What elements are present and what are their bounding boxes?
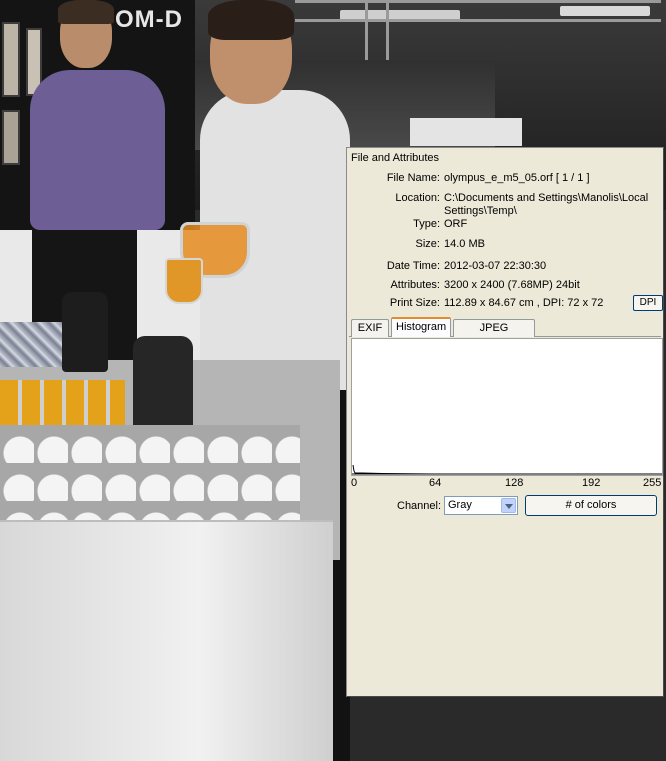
photo-frame xyxy=(2,22,20,97)
photo-truss xyxy=(295,0,661,22)
size-label: Size: xyxy=(415,238,440,250)
histogram-axis-label: 255 xyxy=(643,477,662,489)
location-label: Location: xyxy=(395,192,440,204)
photo-person-left-hair xyxy=(58,0,114,24)
size-value: 14.0 MB xyxy=(444,238,485,250)
photo-thermos xyxy=(133,336,193,430)
tab-exif[interactable]: EXIF xyxy=(351,319,389,337)
attributes-value: 3200 x 2400 (7.68MP) 24bit xyxy=(444,279,580,291)
number-of-colors-button[interactable]: # of colors xyxy=(525,495,657,516)
type-value: ORF xyxy=(444,218,468,230)
histogram-axis-label: 192 xyxy=(582,477,601,489)
tab-histogram[interactable]: Histogram xyxy=(391,317,451,337)
file-name-label: File Name: xyxy=(386,172,440,184)
photo-person-right-hair xyxy=(208,0,294,40)
dpi-button[interactable]: DPI xyxy=(633,295,663,311)
photo-person-left-body xyxy=(30,70,165,230)
histogram-axis-label: 64 xyxy=(429,477,442,489)
photo-counter xyxy=(410,118,522,146)
type-label: Type: xyxy=(413,218,440,230)
booth-sign: OM-D xyxy=(115,6,183,33)
photo-thermos xyxy=(62,292,108,372)
photo-frame xyxy=(2,110,20,165)
date-time-label: Date Time: xyxy=(386,260,440,272)
histogram-svg xyxy=(352,464,662,475)
photo-foil-tray xyxy=(0,322,70,367)
histogram-axis-label: 128 xyxy=(505,477,524,489)
histogram-plot xyxy=(351,338,663,476)
histogram-curve xyxy=(352,464,661,475)
channel-label: Channel: xyxy=(397,500,442,512)
photo-juice-glass xyxy=(165,258,203,304)
print-size-value: 112.89 x 84.67 cm , DPI: 72 x 72 xyxy=(444,297,604,309)
histogram-axis-label: 0 xyxy=(351,477,358,489)
file-attributes-panel: File and Attributes File Name: olympus_e… xyxy=(346,147,664,697)
file-name-value: olympus_e_m5_05.orf [ 1 / 1 ] xyxy=(444,172,590,184)
tab-jpeg-comment[interactable]: JPEG Comment xyxy=(453,319,535,350)
chevron-down-icon[interactable] xyxy=(501,498,516,513)
panel-title: File and Attributes xyxy=(351,152,440,164)
channel-select[interactable]: Gray xyxy=(444,496,518,515)
location-value-line2: Settings\Temp\ xyxy=(444,205,517,217)
date-time-value: 2012-03-07 22:30:30 xyxy=(444,260,547,272)
print-size-label: Print Size: xyxy=(389,297,440,309)
attributes-label: Attributes: xyxy=(390,279,440,291)
channel-selected-value: Gray xyxy=(448,499,472,511)
location-value: C:\Documents and Settings\Manolis\Local xyxy=(444,192,649,204)
photo-tablecloth xyxy=(0,520,333,761)
